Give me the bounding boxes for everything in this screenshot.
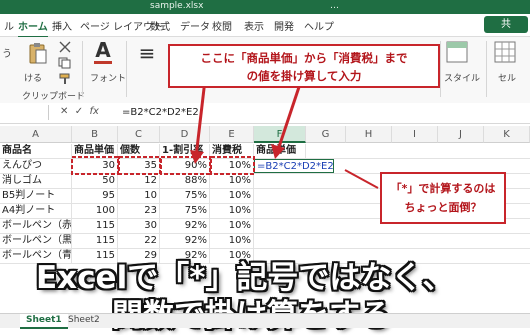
callout-arrow-right — [276, 83, 302, 151]
highlight-e2 — [210, 156, 255, 175]
top-callout-line2: の値を掛け算して入力 — [246, 69, 362, 83]
highlight-d2 — [160, 156, 211, 175]
callout-arrow-right-head — [271, 144, 285, 159]
highlight-c2 — [118, 156, 161, 175]
callout-arrow-small — [344, 169, 379, 189]
top-callout: ここに「商品単価」から「消費税」まで の値を掛け算して入力 — [168, 44, 440, 88]
sheet-tab-2[interactable]: Sheet2 — [62, 314, 106, 327]
top-callout-line1: ここに「商品単価」から「消費税」まで — [200, 51, 408, 65]
right-callout-line2: ちょっと面倒？ — [404, 201, 482, 214]
highlight-b2 — [71, 156, 119, 175]
right-callout-line1: 「*」で計算するのは — [390, 182, 496, 195]
right-callout: 「*」で計算するのは ちょっと面倒？ — [380, 172, 506, 224]
sheet-tab-bar: Sheet1 Sheet2 — [0, 313, 530, 329]
callout-arrow-left — [194, 79, 207, 158]
